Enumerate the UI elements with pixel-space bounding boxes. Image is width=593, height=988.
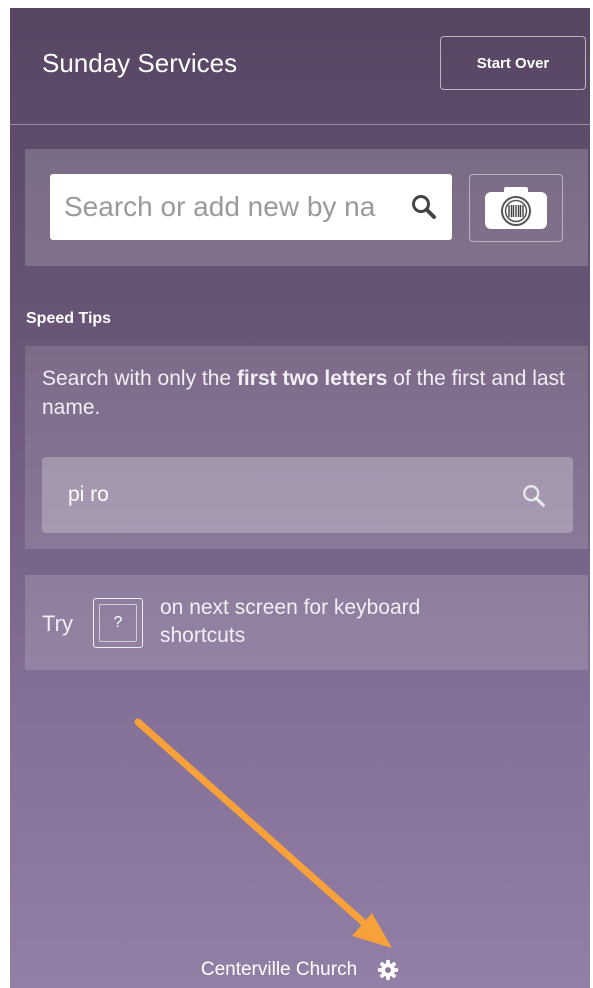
- keyboard-tip-description: on next screen for keyboard shortcuts: [160, 596, 421, 647]
- search-placeholder: Search or add new by na: [64, 191, 376, 222]
- tip-text-bold: first two letters: [236, 367, 388, 390]
- tip-text-prefix: Search with only the: [42, 367, 237, 390]
- church-name: Centerville Church: [200, 959, 358, 980]
- search-input[interactable]: Search or add new by na: [50, 174, 452, 240]
- search-icon: [523, 485, 545, 507]
- example-search-value: pi ro: [68, 483, 109, 506]
- scan-barcode-button[interactable]: [469, 174, 563, 242]
- gear-icon[interactable]: [377, 959, 399, 981]
- speed-tip-card: Search with only the first two letters o…: [25, 346, 588, 549]
- question-key-icon: ?: [93, 598, 143, 648]
- search-icon: [412, 195, 436, 219]
- footer: Centerville Church: [10, 956, 590, 984]
- example-search-field: pi ro: [42, 457, 573, 533]
- try-label: Try: [42, 611, 73, 636]
- speed-tips-heading: Speed Tips: [26, 310, 112, 327]
- header: Sunday Services Start Over: [10, 8, 590, 125]
- check-in-app: Sunday Services Start Over Search or add…: [10, 8, 590, 988]
- question-key-label: ?: [99, 604, 137, 642]
- camera-barcode-icon: [485, 187, 547, 229]
- search-panel: Search or add new by na: [25, 149, 588, 266]
- speed-tip-text: Search with only the first two letters o…: [42, 364, 577, 422]
- keyboard-shortcut-tip: Try ? on next screen for keyboard shortc…: [25, 575, 588, 670]
- page-title: Sunday Services: [42, 48, 238, 78]
- start-over-button[interactable]: Start Over: [440, 36, 586, 90]
